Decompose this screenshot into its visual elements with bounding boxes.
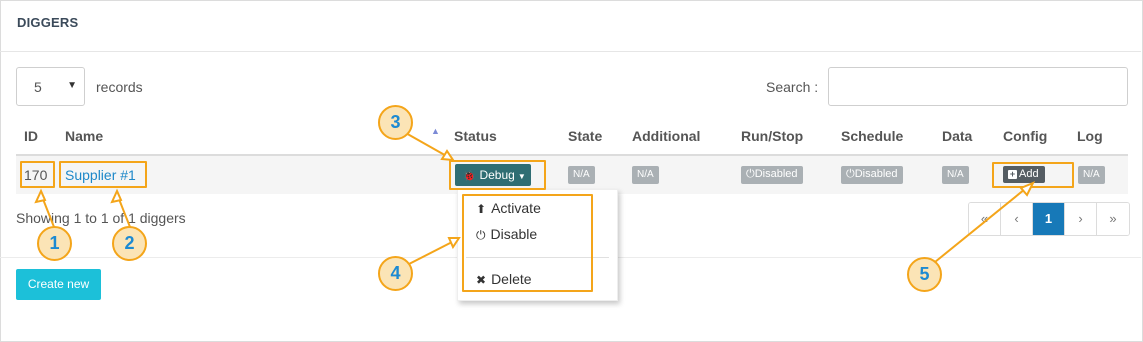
search-input[interactable]: [828, 67, 1128, 106]
callout-4: 4: [378, 256, 413, 291]
search-label: Search :: [766, 79, 819, 95]
column-header-state[interactable]: State: [568, 128, 602, 144]
records-per-page-select[interactable]: 5 ▼: [16, 67, 85, 106]
records-label: records: [96, 79, 143, 95]
previous-page-button[interactable]: ‹: [1001, 203, 1033, 235]
status-debug-label: Debug: [479, 168, 515, 182]
menu-item-activate[interactable]: ⬆ Activate: [476, 200, 541, 216]
callout-1: 1: [37, 226, 72, 261]
run-stop-label: Disabled: [754, 168, 798, 180]
data-badge: N/A: [942, 166, 969, 184]
additional-badge: N/A: [632, 166, 659, 184]
cell-id: 170: [24, 167, 48, 183]
power-icon: ⏻: [746, 168, 755, 180]
table-info: Showing 1 to 1 of 1 diggers: [16, 210, 186, 226]
page-1-button[interactable]: 1: [1033, 203, 1065, 235]
config-add-button[interactable]: + Add: [1003, 166, 1045, 183]
column-header-schedule[interactable]: Schedule: [841, 128, 903, 144]
status-dropdown-menu: ⬆ Activate ⏻ Disable ✖ Delete: [457, 189, 618, 301]
records-per-page-value: 5: [34, 79, 42, 95]
menu-item-activate-label: Activate: [491, 200, 541, 216]
header-divider: [0, 51, 1141, 52]
schedule-label: Disabled: [854, 168, 898, 180]
digger-name-link[interactable]: Supplier #1: [65, 167, 136, 183]
callout-3: 3: [378, 105, 413, 140]
last-page-button[interactable]: »: [1097, 203, 1129, 235]
state-badge: N/A: [568, 166, 595, 184]
plus-square-icon: +: [1008, 169, 1017, 179]
power-icon: ⏻: [476, 228, 486, 242]
column-header-id[interactable]: ID: [24, 128, 38, 144]
column-header-status[interactable]: Status: [454, 128, 497, 144]
menu-item-delete-label: Delete: [491, 271, 532, 287]
caret-down-icon: ▼: [517, 172, 526, 181]
menu-item-disable[interactable]: ⏻ Disable: [476, 226, 537, 243]
callout-2: 2: [112, 226, 147, 261]
pagination: « ‹ 1 › »: [968, 202, 1130, 236]
next-page-button[interactable]: ›: [1065, 203, 1097, 235]
bug-icon: 🐞: [463, 171, 476, 182]
column-header-run-stop[interactable]: Run/Stop: [741, 128, 803, 144]
close-icon: ✖: [476, 273, 487, 287]
menu-divider: [466, 257, 609, 258]
chevron-circle-up-icon: ⬆: [476, 202, 487, 216]
column-header-additional[interactable]: Additional: [632, 128, 700, 144]
column-header-data[interactable]: Data: [942, 128, 972, 144]
panel-title: DIGGERS: [17, 15, 79, 30]
callout-5: 5: [907, 257, 942, 292]
config-add-label: Add: [1019, 168, 1039, 180]
sort-asc-icon[interactable]: ▲: [431, 126, 440, 136]
chevron-down-icon: ▼: [67, 80, 77, 91]
menu-item-delete[interactable]: ✖ Delete: [476, 271, 532, 287]
status-debug-button[interactable]: 🐞 Debug ▼: [455, 164, 531, 186]
schedule-badge: ⏻Disabled: [841, 166, 903, 184]
create-new-button[interactable]: Create new: [16, 269, 101, 300]
power-icon: ⏻: [846, 168, 855, 180]
run-stop-badge: ⏻Disabled: [741, 166, 803, 184]
column-header-config[interactable]: Config: [1003, 128, 1047, 144]
column-header-log[interactable]: Log: [1077, 128, 1103, 144]
menu-item-disable-label: Disable: [490, 226, 538, 242]
column-header-name[interactable]: Name: [65, 128, 103, 144]
first-page-button[interactable]: «: [969, 203, 1001, 235]
log-badge: N/A: [1078, 166, 1105, 184]
